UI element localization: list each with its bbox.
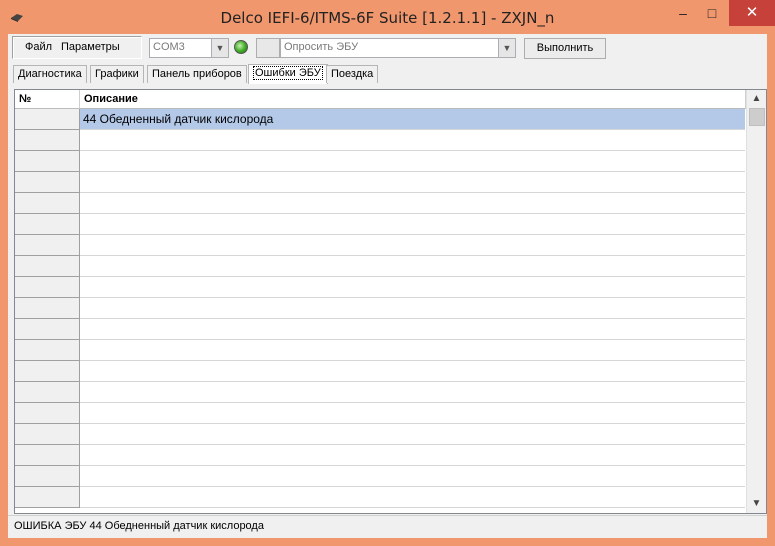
row-header[interactable] [15, 298, 80, 319]
app-window: Delco IEFI-6/ITMS-6F Suite [1.2.1.1] - Z… [0, 0, 775, 546]
table-row[interactable] [15, 487, 745, 508]
description-cell[interactable] [80, 235, 745, 256]
description-cell[interactable] [80, 193, 745, 214]
table-row[interactable] [15, 319, 745, 340]
tab-ecu-errors[interactable]: Ошибки ЭБУ [248, 64, 328, 84]
row-header[interactable] [15, 109, 80, 130]
row-header[interactable] [15, 172, 80, 193]
error-table[interactable]: № Описание 44 Обедненный датчик кислород… [14, 89, 767, 514]
row-header[interactable] [15, 193, 80, 214]
port-select-value: COM3 [153, 41, 185, 53]
description-cell[interactable] [80, 487, 745, 508]
minimize-button[interactable]: – [669, 0, 697, 26]
menu-file[interactable]: Файл [25, 41, 52, 53]
table-row[interactable] [15, 193, 745, 214]
status-text: ОШИБКА ЭБУ 44 Обедненный датчик кислород… [14, 520, 264, 532]
ecu-query-value: Опросить ЭБУ [284, 41, 359, 53]
description-cell[interactable] [80, 172, 745, 193]
scroll-thumb[interactable] [749, 108, 765, 126]
table-row[interactable] [15, 277, 745, 298]
tab-trip[interactable]: Поездка [326, 65, 379, 83]
row-header[interactable] [15, 382, 80, 403]
ecu-query-select[interactable]: Опросить ЭБУ ▼ [280, 38, 516, 58]
row-header[interactable] [15, 277, 80, 298]
description-cell[interactable] [80, 214, 745, 235]
status-bar: ОШИБКА ЭБУ 44 Обедненный датчик кислород… [8, 515, 767, 538]
column-header-description[interactable]: Описание [80, 90, 746, 109]
window-title: Delco IEFI-6/ITMS-6F Suite [1.2.1.1] - Z… [220, 9, 555, 27]
row-header[interactable] [15, 235, 80, 256]
description-cell[interactable] [80, 277, 745, 298]
maximize-button[interactable]: □ [698, 0, 726, 26]
tab-diagnostics[interactable]: Диагностика [13, 65, 87, 83]
table-row[interactable] [15, 382, 745, 403]
row-header[interactable] [15, 403, 80, 424]
row-header[interactable] [15, 151, 80, 172]
tab-strip: Диагностика Графики Панель приборов Ошиб… [8, 64, 767, 84]
description-cell[interactable] [80, 361, 745, 382]
connection-status-icon [234, 40, 248, 54]
vertical-scrollbar[interactable]: ▲ ▼ [746, 90, 766, 513]
row-header[interactable] [15, 256, 80, 277]
title-bar[interactable]: Delco IEFI-6/ITMS-6F Suite [1.2.1.1] - Z… [0, 0, 775, 34]
table-row[interactable] [15, 445, 745, 466]
client-area: Файл Параметры COM3 ▼ Опросить ЭБУ ▼ Вып… [8, 34, 767, 538]
table-row[interactable]: 44 Обедненный датчик кислорода [15, 109, 745, 130]
port-select[interactable]: COM3 ▼ [149, 38, 229, 58]
description-cell[interactable] [80, 382, 745, 403]
description-cell[interactable] [80, 445, 745, 466]
menu-settings[interactable]: Параметры [61, 41, 120, 53]
table-row[interactable] [15, 298, 745, 319]
description-cell[interactable]: 44 Обедненный датчик кислорода [80, 109, 745, 130]
table-row[interactable] [15, 235, 745, 256]
close-button[interactable]: ✕ [729, 0, 775, 26]
table-row[interactable] [15, 466, 745, 487]
table-row[interactable] [15, 256, 745, 277]
toolbar: Файл Параметры COM3 ▼ Опросить ЭБУ ▼ Вып… [8, 34, 767, 61]
description-cell[interactable] [80, 151, 745, 172]
scroll-down-icon[interactable]: ▼ [747, 495, 766, 512]
description-cell[interactable] [80, 403, 745, 424]
tab-dashboard[interactable]: Панель приборов [147, 65, 247, 83]
table-row[interactable] [15, 403, 745, 424]
row-header[interactable] [15, 445, 80, 466]
description-cell[interactable] [80, 298, 745, 319]
table-row[interactable] [15, 424, 745, 445]
table-row[interactable] [15, 214, 745, 235]
column-header-number[interactable]: № [15, 90, 80, 109]
table-row[interactable] [15, 151, 745, 172]
row-header[interactable] [15, 340, 80, 361]
tab-charts[interactable]: Графики [90, 65, 144, 83]
table-row[interactable] [15, 361, 745, 382]
row-header[interactable] [15, 319, 80, 340]
tab-ecu-errors-label: Ошибки ЭБУ [253, 66, 323, 80]
connect-button[interactable] [256, 38, 280, 58]
description-cell[interactable] [80, 466, 745, 487]
row-header[interactable] [15, 214, 80, 235]
description-cell[interactable] [80, 319, 745, 340]
table-row[interactable] [15, 172, 745, 193]
description-cell[interactable] [80, 340, 745, 361]
row-header[interactable] [15, 130, 80, 151]
description-cell[interactable] [80, 130, 745, 151]
scroll-up-icon[interactable]: ▲ [747, 90, 766, 107]
row-header[interactable] [15, 361, 80, 382]
row-header[interactable] [15, 487, 80, 508]
menu-bar: Файл Параметры [12, 36, 142, 59]
table-row[interactable] [15, 130, 745, 151]
description-cell[interactable] [80, 424, 745, 445]
row-header[interactable] [15, 424, 80, 445]
row-header[interactable] [15, 466, 80, 487]
chevron-down-icon[interactable]: ▼ [211, 39, 228, 57]
execute-button[interactable]: Выполнить [524, 38, 606, 59]
description-cell[interactable] [80, 256, 745, 277]
table-row[interactable] [15, 340, 745, 361]
chevron-down-icon[interactable]: ▼ [498, 39, 515, 57]
